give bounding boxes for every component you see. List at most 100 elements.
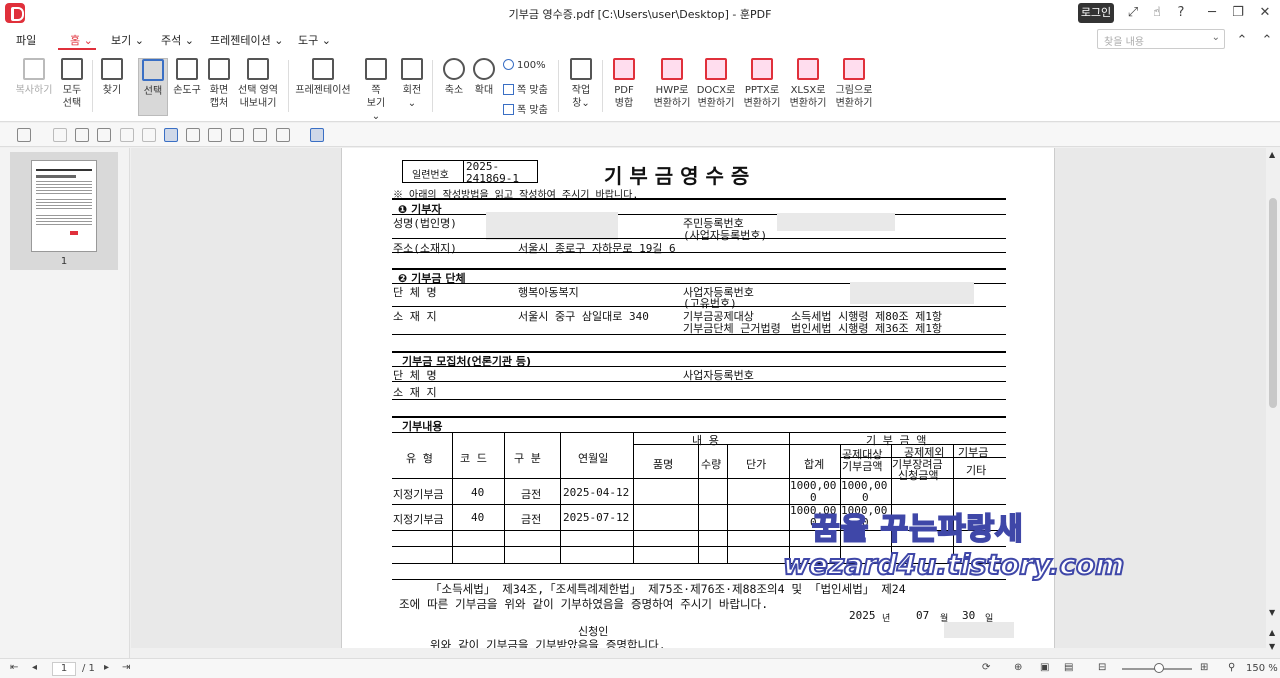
minimize-icon[interactable]: ─ <box>1203 4 1221 22</box>
page-total: / 1 <box>82 663 95 674</box>
convert-hwp-button[interactable]: HWP로 변환하기 <box>652 58 692 110</box>
zoom-out-button[interactable]: 축소 <box>442 58 466 97</box>
zoom-fit-icon[interactable]: ⊕ <box>1014 662 1022 673</box>
hwp-icon <box>661 58 683 80</box>
page-number-input[interactable]: 1 <box>52 662 76 676</box>
menu-annotation-label: 주석 <box>161 34 182 47</box>
document-title: 기 부 금 영 수 증 <box>604 164 750 188</box>
zoom-in-button[interactable]: 확대 <box>472 58 496 97</box>
copy-label: 복사하기 <box>15 85 53 96</box>
copy-icon <box>23 58 45 80</box>
chevron-down-icon: ⌄ <box>407 98 417 109</box>
export-selection-button[interactable]: 선택 영역 내보내기 <box>236 58 280 110</box>
hand-tool-button[interactable]: 손도구 <box>172 58 202 97</box>
zoom-out-icon[interactable] <box>253 128 267 142</box>
zoom-slider-knob[interactable] <box>1154 663 1164 673</box>
page-view-label-2: 보기⌄ <box>366 98 386 122</box>
date-month: 07 <box>916 609 930 622</box>
merge-label-2: 병합 <box>614 98 634 109</box>
fit-width-button[interactable]: 폭 맞춤 <box>503 101 548 116</box>
undo-icon[interactable] <box>120 128 134 142</box>
image-icon <box>843 58 865 80</box>
page-thumbnail[interactable]: 1 <box>10 152 118 270</box>
zoom-level: 150 % <box>1246 663 1278 674</box>
menu-home[interactable]: 홈 ⌄ <box>70 32 93 48</box>
more-icon[interactable]: ⌃ <box>1258 32 1276 50</box>
page-view-button[interactable]: 쪽 보기⌄ <box>364 58 388 123</box>
next-page-icon[interactable]: ▸ <box>104 662 109 673</box>
menu-annotation[interactable]: 주석 ⌄ <box>161 32 194 48</box>
menu-file[interactable]: 파일 <box>16 32 36 48</box>
rotate-button[interactable]: 회전 ⌄ <box>400 58 424 110</box>
expand-icon[interactable]: ⤢ <box>1124 4 1142 22</box>
close-icon[interactable]: ✕ <box>1256 4 1274 22</box>
restore-icon[interactable]: ❐ <box>1229 4 1247 22</box>
col-etc-header-1: 기부금 <box>958 446 989 459</box>
zoom-in-icon[interactable] <box>276 128 290 142</box>
first-page-icon[interactable]: ⇤ <box>10 662 18 673</box>
vertical-scrollbar[interactable]: ▲ ▼ ▲ ▼ <box>1266 148 1280 658</box>
collapse-ribbon-icon[interactable]: ⌃ <box>1233 32 1251 50</box>
row1-date: 2025-04-12 <box>563 486 630 499</box>
convert-xlsx-button[interactable]: XLSX로 변환하기 <box>788 58 828 110</box>
fit-page-icon <box>503 84 514 95</box>
select-cursor-icon[interactable] <box>164 128 178 142</box>
document-view[interactable]: 일련번호 2025- 241869-1 기 부 금 영 수 증 ※ 아래의 작성… <box>131 148 1266 658</box>
menu-presentation[interactable]: 프레젠테이션 ⌄ <box>210 32 283 48</box>
convert-docx-button[interactable]: DOCX로 변환하기 <box>696 58 736 110</box>
rule <box>392 306 1006 307</box>
convert-image-button[interactable]: 그림으로 변환하기 <box>832 58 876 110</box>
zoom-out-icon[interactable]: ⊟ <box>1098 662 1106 673</box>
scroll-down-icon[interactable]: ▼ <box>1269 608 1275 617</box>
redo-icon[interactable] <box>142 128 156 142</box>
donor-address: 서울시 종로구 자하문로 19길 6 <box>518 242 676 255</box>
export-icon <box>247 58 269 80</box>
capture-icon[interactable] <box>208 128 222 142</box>
prev-page-icon[interactable]: ▲ <box>1269 628 1275 637</box>
horizontal-scrollbar[interactable] <box>131 648 1266 658</box>
row1-code: 40 <box>471 486 485 499</box>
hand-help-icon[interactable]: ☝ <box>1148 4 1166 22</box>
scrollbar-thumb[interactable] <box>1269 198 1277 408</box>
copy-button[interactable]: 복사하기 <box>14 58 54 97</box>
fit-width-icon[interactable]: ▤ <box>1064 662 1073 673</box>
open-folder-icon[interactable] <box>17 128 31 142</box>
zoom-100-label: 100% <box>517 60 546 71</box>
image-label-2: 변환하기 <box>835 98 873 109</box>
hand-icon[interactable] <box>186 128 200 142</box>
row1-total-2: 0 <box>810 491 817 504</box>
last-page-icon[interactable]: ⇥ <box>122 662 130 673</box>
pdf-merge-button[interactable]: PDF 병합 <box>610 58 638 110</box>
thumbnail-panel-icon[interactable] <box>310 128 324 142</box>
print-icon[interactable] <box>97 128 111 142</box>
zoom-search-icon[interactable]: ⚲ <box>1228 662 1235 673</box>
search-input[interactable]: 찾을 내용 ⌄ <box>1097 29 1225 49</box>
export-icon[interactable] <box>230 128 244 142</box>
search-placeholder: 찾을 내용 <box>1104 37 1144 48</box>
save-as-icon[interactable] <box>75 128 89 142</box>
zoom-100-button[interactable]: 100% <box>503 59 546 71</box>
reading-mode-icon[interactable]: ⟳ <box>982 662 990 673</box>
screen-capture-button[interactable]: 화면 캡처 <box>206 58 232 110</box>
scroll-up-icon[interactable]: ▲ <box>1269 150 1275 159</box>
select-all-button[interactable]: 모두 선택 <box>58 58 86 110</box>
menu-home-label: 홈 <box>70 34 81 47</box>
presentation-button[interactable]: 프레젠테이션 <box>294 58 352 97</box>
fit-page-button[interactable]: 쪽 맞춤 <box>503 81 548 96</box>
help-icon[interactable]: ? <box>1172 4 1190 22</box>
login-button[interactable]: 로그인 <box>1078 3 1114 23</box>
rule <box>392 238 1006 239</box>
prev-page-icon[interactable]: ◂ <box>32 662 37 673</box>
menu-tools[interactable]: 도구 ⌄ <box>298 32 331 48</box>
col-price-header: 단가 <box>746 458 767 471</box>
save-icon[interactable] <box>53 128 67 142</box>
zoom-in-icon[interactable]: ⊞ <box>1200 662 1208 673</box>
menu-view[interactable]: 보기 ⌄ <box>111 32 144 48</box>
row1-div: 금전 <box>521 488 542 501</box>
next-page-icon[interactable]: ▼ <box>1269 642 1275 651</box>
convert-pptx-button[interactable]: PPTX로 변환하기 <box>742 58 782 110</box>
work-window-button[interactable]: 작업 창⌄ <box>566 58 596 110</box>
select-tool-button[interactable]: 선택 <box>138 58 168 116</box>
fit-page-icon[interactable]: ▣ <box>1040 662 1049 673</box>
find-button[interactable]: 찾기 <box>100 58 124 97</box>
